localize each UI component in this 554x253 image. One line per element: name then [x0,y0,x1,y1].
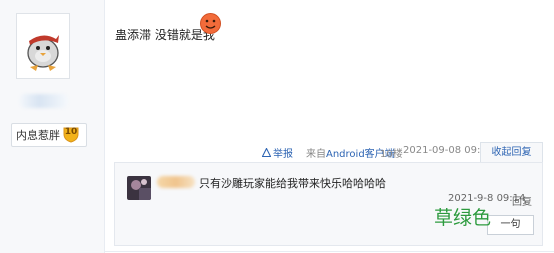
smiling-face-emoji-icon [200,13,221,34]
divider [104,251,554,252]
floor-number: 10楼 [380,149,403,160]
warning-triangle-icon [261,147,272,160]
report-link[interactable]: 举报 [261,145,293,161]
badge-label: 内息惹胖 [16,129,60,142]
author-sidebar: 内息惹胖 10 [0,0,105,253]
level-shield-icon: 10 [62,125,80,143]
username-redacted[interactable] [20,94,68,108]
reply-avatar[interactable] [127,176,151,200]
report-label: 举报 [273,149,293,160]
reply-content: 只有沙雕玩家能给我带来快乐哈哈哈哈 [199,177,386,190]
level-badge[interactable]: 内息惹胖 10 [11,123,87,147]
reply-reply-link[interactable]: 回复 [512,193,532,208]
collapse-replies-button[interactable]: 收起回复 [480,142,543,163]
say-one-sentence-button[interactable]: 一句 [487,215,534,235]
watermark-text: 草绿色 [434,207,492,229]
avatar[interactable] [16,13,70,79]
post-container: 内息惹胖 10 蛊添滞 没错就是我 举报 来自Android客户端 10楼 20… [0,0,554,253]
avatar-image [18,15,68,77]
source-prefix: 来自 [306,149,326,160]
level-number: 10 [64,127,78,137]
reply-username-redacted[interactable] [157,176,195,188]
